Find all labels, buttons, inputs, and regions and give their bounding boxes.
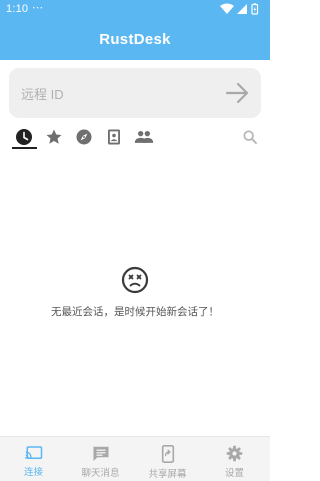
nav-label-connect: 连接 xyxy=(23,467,43,478)
app-title: RustDesk xyxy=(99,30,171,48)
compass-icon xyxy=(76,129,92,145)
nav-share-screen[interactable]: 共享屏幕 xyxy=(134,437,201,481)
empty-state: 无最近会话，是时候开始新会话了！ xyxy=(0,266,270,319)
sad-face-icon xyxy=(121,266,149,294)
nav-label-chat: 聊天消息 xyxy=(81,468,120,479)
wifi-icon xyxy=(220,3,234,14)
nav-connect[interactable]: 连接 xyxy=(0,437,67,481)
remote-id-box[interactable] xyxy=(9,68,261,120)
active-tab-indicator xyxy=(12,147,37,149)
contact-book-icon xyxy=(108,129,120,145)
people-icon xyxy=(134,131,154,143)
arrow-right-icon[interactable] xyxy=(225,81,251,105)
status-time: 1:10 xyxy=(6,3,29,15)
nav-label-share-screen: 共享屏幕 xyxy=(148,469,187,480)
chat-icon xyxy=(93,446,108,461)
tab-favorites[interactable] xyxy=(42,126,66,148)
search-button[interactable] xyxy=(238,126,262,148)
tab-discovered[interactable] xyxy=(72,126,96,148)
signal-icon xyxy=(237,4,247,14)
tab-group[interactable] xyxy=(132,126,156,148)
nav-chat[interactable]: 聊天消息 xyxy=(67,437,134,481)
nav-settings[interactable]: 设置 xyxy=(201,437,268,481)
session-tabs xyxy=(0,124,270,152)
empty-message: 无最近会话，是时候开始新会话了！ xyxy=(51,306,219,318)
mobile-share-icon xyxy=(161,445,174,463)
tab-recent[interactable] xyxy=(12,126,36,148)
star-icon xyxy=(46,129,62,144)
tab-address-book[interactable] xyxy=(102,126,126,148)
bottom-nav: 连接 聊天消息 共享屏幕 设置 xyxy=(0,436,270,481)
cast-icon xyxy=(24,446,42,459)
notification-dots: ⋯ xyxy=(32,2,43,14)
nav-label-settings: 设置 xyxy=(224,468,244,479)
status-icons xyxy=(220,3,259,15)
search-icon xyxy=(243,130,257,144)
status-bar: 1:10 ⋯ xyxy=(0,0,270,18)
gear-icon xyxy=(226,445,243,462)
remote-id-input[interactable] xyxy=(19,68,213,120)
clock-icon xyxy=(16,129,32,145)
app-bar: RustDesk xyxy=(0,18,270,60)
